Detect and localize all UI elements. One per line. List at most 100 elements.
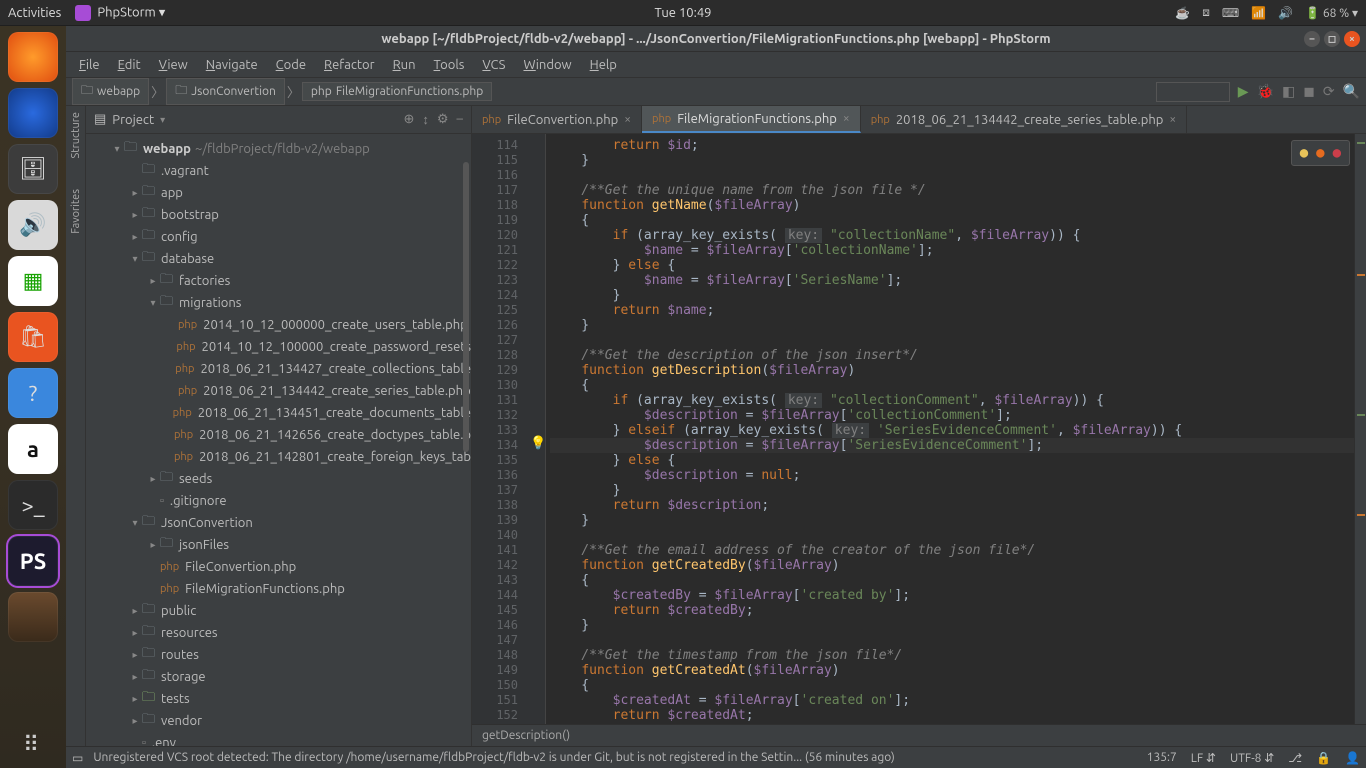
tree-item[interactable]: 🗀.vagrant — [86, 160, 471, 182]
hector-icon[interactable]: 👤 — [1345, 751, 1360, 765]
menu-vcs[interactable]: VCS — [475, 55, 512, 75]
battery-icon[interactable]: 🔋 68 % ▾ — [1305, 6, 1358, 20]
tree-item[interactable]: ▾🗀JsonConvertion — [86, 512, 471, 534]
tree-item[interactable]: ▸🗀app — [86, 182, 471, 204]
tree-item[interactable]: ▸🗀config — [86, 226, 471, 248]
tree-item[interactable]: ▸🗀bootstrap — [86, 204, 471, 226]
dock-app[interactable] — [8, 592, 58, 642]
lock-icon[interactable]: 🔒 — [1316, 751, 1331, 765]
tree-item[interactable]: ▫.gitignore — [86, 490, 471, 512]
tree-item[interactable]: php2018_06_21_142656_create_doctypes_tab… — [86, 424, 471, 446]
menu-tools[interactable]: Tools — [427, 55, 472, 75]
minimize-button[interactable]: – — [1304, 31, 1320, 47]
breadcrumb-FileMigrationFunctions-php[interactable]: phpFileMigrationFunctions.php — [302, 82, 492, 101]
stop-icon[interactable]: ◼ — [1303, 83, 1315, 100]
line-gutter[interactable]: 114 115 116 117 118 119 120 121 122 123 … — [472, 134, 526, 724]
fold-gutter[interactable] — [526, 134, 546, 724]
dock-rhythmbox[interactable]: 🔊 — [8, 200, 58, 250]
dock-thunderbird[interactable] — [8, 88, 58, 138]
maximize-button[interactable]: ◻ — [1324, 31, 1340, 47]
coverage-icon[interactable]: ◧ — [1282, 83, 1295, 100]
tree-item[interactable]: php2018_06_21_134451_create_documents_ta… — [86, 402, 471, 424]
line-separator[interactable]: LF ⇵ — [1191, 751, 1216, 765]
code-editor[interactable]: 114 115 116 117 118 119 120 121 122 123 … — [472, 134, 1366, 724]
status-message[interactable]: Unregistered VCS root detected: The dire… — [93, 751, 895, 764]
project-tree[interactable]: ▾🗀webapp~/fldbProject/fldb-v2/webapp🗀.va… — [86, 134, 471, 746]
run-config-dropdown[interactable] — [1156, 82, 1230, 102]
menu-file[interactable]: File — [72, 55, 107, 75]
editor-tab[interactable]: php2018_06_21_134442_create_series_table… — [861, 106, 1187, 133]
hide-icon[interactable]: – — [457, 112, 463, 127]
code-body[interactable]: return $id; } /**Get the unique name fro… — [546, 134, 1366, 724]
tree-item[interactable]: ▸🗀public — [86, 600, 471, 622]
dock-software[interactable]: 🛍 — [8, 312, 58, 362]
dock-files[interactable]: 🗄 — [8, 144, 58, 194]
menu-run[interactable]: Run — [386, 55, 423, 75]
menu-edit[interactable]: Edit — [111, 55, 148, 75]
editor-tab[interactable]: phpFileConvertion.php× — [472, 106, 642, 133]
clock[interactable]: Tue 10:49 — [655, 6, 712, 20]
dock-firefox[interactable] — [8, 32, 58, 82]
menu-navigate[interactable]: Navigate — [199, 55, 265, 75]
firefox-icon[interactable]: ● — [1316, 145, 1324, 161]
keyboard-icon[interactable]: ⌨ — [1222, 6, 1239, 20]
gear-icon[interactable]: ⚙ — [437, 112, 449, 127]
breadcrumb-JsonConvertion[interactable]: 🗀JsonConvertion — [166, 78, 285, 105]
dock-amazon[interactable]: a — [8, 424, 58, 474]
tree-item[interactable]: ▫.env — [86, 732, 471, 746]
status-event-icon[interactable]: ▭ — [72, 751, 83, 765]
collapse-icon[interactable]: ↕ — [422, 112, 429, 127]
error-stripe[interactable] — [1354, 134, 1366, 724]
project-header-label[interactable]: Project — [112, 113, 154, 127]
opera-icon[interactable]: ● — [1333, 145, 1341, 161]
menu-view[interactable]: View — [152, 55, 195, 75]
search-icon[interactable]: 🔍 — [1343, 83, 1360, 100]
breadcrumb-webapp[interactable]: 🗀webapp — [72, 78, 149, 105]
chrome-icon[interactable]: ● — [1300, 145, 1308, 161]
close-tab-icon[interactable]: × — [1169, 113, 1176, 126]
dock-terminal[interactable]: >_ — [8, 480, 58, 530]
tree-item[interactable]: ▾🗀webapp~/fldbProject/fldb-v2/webapp — [86, 138, 471, 160]
close-tab-icon[interactable]: × — [624, 113, 631, 126]
dock-help[interactable]: ? — [8, 368, 58, 418]
tree-scrollbar[interactable] — [463, 162, 469, 452]
indicator-icon[interactable]: ⧈ — [1202, 6, 1210, 20]
editor-tab[interactable]: phpFileMigrationFunctions.php× — [642, 106, 861, 133]
vcs-update-icon[interactable]: ⟳ — [1323, 83, 1335, 100]
tree-item[interactable]: ▸🗀storage — [86, 666, 471, 688]
topbar-app[interactable]: PhpStorm ▾ — [75, 5, 165, 21]
dock-phpstorm[interactable] — [8, 536, 58, 586]
structure-tool[interactable]: Structure — [70, 112, 82, 159]
tree-item[interactable]: phpFileMigrationFunctions.php — [86, 578, 471, 600]
chevron-down-icon[interactable]: ▾ — [160, 114, 165, 126]
dock-libreoffice[interactable]: ▦ — [8, 256, 58, 306]
git-branch-icon[interactable]: ⎇ — [1288, 751, 1302, 765]
volume-icon[interactable]: 🔊 — [1278, 6, 1293, 20]
tree-item[interactable]: ▸🗀factories — [86, 270, 471, 292]
menu-window[interactable]: Window — [516, 55, 578, 75]
close-tab-icon[interactable]: × — [843, 112, 850, 125]
tree-item[interactable]: ▸🗀resources — [86, 622, 471, 644]
favorites-tool[interactable]: Favorites — [70, 189, 82, 234]
run-icon[interactable]: ▶ — [1238, 83, 1249, 100]
coffee-icon[interactable]: ☕ — [1175, 6, 1190, 20]
encoding[interactable]: UTF-8 ⇵ — [1230, 751, 1274, 765]
intention-bulb-icon[interactable]: 💡 — [530, 436, 546, 451]
close-button[interactable]: × — [1344, 31, 1360, 47]
tree-item[interactable]: ▸🗀vendor — [86, 710, 471, 732]
menu-help[interactable]: Help — [583, 55, 624, 75]
tree-item[interactable]: ▸🗀tests — [86, 688, 471, 710]
tree-item[interactable]: phpFileConvertion.php — [86, 556, 471, 578]
project-view-icon[interactable]: ▤ — [94, 112, 106, 127]
tree-item[interactable]: php2018_06_21_134442_create_series_table… — [86, 380, 471, 402]
tree-item[interactable]: php2014_10_12_000000_create_users_table.… — [86, 314, 471, 336]
scroll-target-icon[interactable]: ⊕ — [403, 112, 414, 127]
editor-breadcrumbs[interactable]: getDescription() — [472, 724, 1366, 746]
activities-button[interactable]: Activities — [8, 6, 61, 20]
tree-item[interactable]: ▾🗀migrations — [86, 292, 471, 314]
debug-icon[interactable]: 🐞 — [1257, 83, 1274, 100]
tree-item[interactable]: ▸🗀routes — [86, 644, 471, 666]
tree-item[interactable]: php2018_06_21_134427_create_collections_… — [86, 358, 471, 380]
caret-position[interactable]: 135:7 — [1147, 751, 1177, 764]
tree-item[interactable]: ▸🗀jsonFiles — [86, 534, 471, 556]
